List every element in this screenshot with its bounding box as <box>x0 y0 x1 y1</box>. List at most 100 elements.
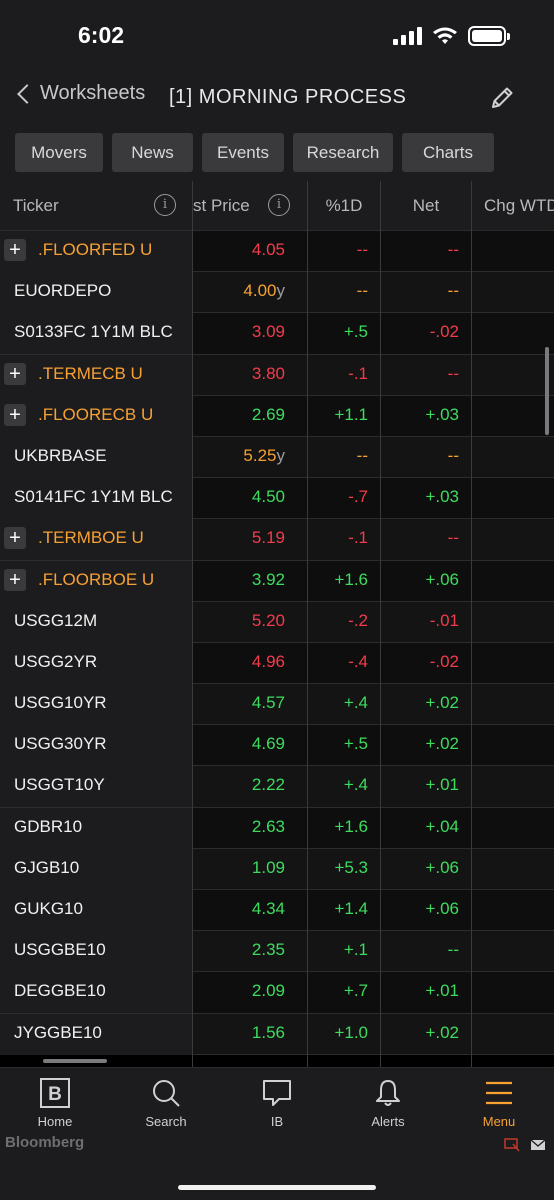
tab-ib-label: IB <box>270 1114 284 1129</box>
expand-plus-icon[interactable]: + <box>4 239 26 261</box>
ticker-symbol: S0141FC 1Y1M BLC <box>14 487 173 507</box>
last-price-value: 4.69 <box>251 734 285 754</box>
ticker-cell[interactable]: GUKG10 <box>0 890 192 931</box>
tab-alerts[interactable]: Alerts <box>348 1078 428 1129</box>
vertical-scrollbar[interactable] <box>545 347 549 435</box>
status-time: 6:02 <box>78 22 125 48</box>
bottom-mini-icons <box>504 1138 546 1152</box>
ticker-symbol: .FLOORECB U <box>38 404 154 424</box>
screen-share-icon[interactable] <box>504 1138 520 1152</box>
net-change-cell: -- <box>447 281 459 301</box>
pct-1d-cell: -.1 <box>348 528 368 548</box>
ticker-cell[interactable]: GJGB10 <box>0 848 192 890</box>
net-change-cell: +.02 <box>425 1022 459 1042</box>
ticker-cell[interactable]: EUORDEPO <box>0 272 192 314</box>
ticker-cell[interactable]: USGGT10Y <box>0 766 192 808</box>
pencil-icon[interactable] <box>488 84 516 112</box>
net-change-cell: +.03 <box>425 404 459 424</box>
last-price-cell: 5.20 <box>193 611 285 631</box>
ticker-cell[interactable]: USGG30YR <box>0 725 192 767</box>
column-divider <box>307 181 308 1067</box>
ticker-symbol: UKBRBASE <box>14 445 107 465</box>
tab-events[interactable]: Events <box>202 133 284 172</box>
expand-plus-icon[interactable]: + <box>4 527 26 550</box>
column-divider <box>380 181 381 1067</box>
ticker-symbol: USGG12M <box>14 610 98 630</box>
ticker-cell[interactable]: USGG2YR <box>0 642 192 684</box>
bell-icon <box>376 1080 400 1106</box>
last-price-value: 4.57 <box>251 693 285 713</box>
worksheet-table[interactable]: Ticker i st Price i %1D Net Chg WTD + .FL… <box>0 181 554 1067</box>
cellular-signal-icon <box>393 27 422 45</box>
ticker-cell[interactable]: + .FLOORBOE U <box>0 560 192 602</box>
ticker-cell[interactable]: USGG12M <box>0 601 192 643</box>
ticker-cell[interactable]: USGGBE10 <box>0 931 192 973</box>
pct-1d-cell: +.1 <box>343 940 368 960</box>
ticker-cell[interactable]: + .TERMBOE U <box>0 519 192 561</box>
last-price-cell: 4.50 <box>193 487 285 507</box>
column-divider <box>192 181 193 1067</box>
tab-charts[interactable]: Charts <box>402 133 494 172</box>
ticker-cell[interactable]: DEGGBE10 <box>0 972 192 1014</box>
pct-1d-cell: -- <box>356 281 368 301</box>
net-change-cell: +.02 <box>425 693 459 713</box>
tab-menu[interactable]: Menu <box>459 1078 539 1129</box>
ticker-cell[interactable]: USGG10YR <box>0 684 192 726</box>
tab-ib[interactable]: IB <box>237 1078 317 1129</box>
last-price-cell: 1.09 <box>193 858 285 878</box>
expand-plus-icon[interactable]: + <box>4 403 26 426</box>
ticker-symbol: USGG2YR <box>14 651 98 671</box>
last-price-value: 1.56 <box>251 1022 285 1042</box>
last-price-cell: 4.69 <box>193 734 285 754</box>
tab-home[interactable]: B Home <box>15 1078 95 1129</box>
ticker-cell[interactable]: GDBR10 <box>0 807 192 849</box>
tab-movers[interactable]: Movers <box>15 133 103 172</box>
ticker-cell[interactable]: + .FLOORECB U <box>0 395 192 437</box>
ticker-symbol: USGG30YR <box>14 734 107 754</box>
column-header-pct-1d[interactable]: %1D <box>308 181 380 231</box>
ticker-symbol: JYGGBE10 <box>14 1022 102 1042</box>
last-price-cell: 4.00y <box>193 281 285 301</box>
expand-plus-icon[interactable]: + <box>4 362 26 385</box>
pct-1d-cell: +.4 <box>343 775 368 795</box>
last-price-value: 4.05 <box>251 240 285 259</box>
ticker-cell[interactable]: S0141FC 1Y1M BLC <box>0 478 192 520</box>
mail-icon[interactable] <box>530 1138 546 1152</box>
horizontal-scrollbar[interactable] <box>43 1059 107 1063</box>
ticker-cell[interactable]: + .FLOORFED U <box>0 231 192 272</box>
tab-research[interactable]: Research <box>293 133 393 172</box>
column-header-net[interactable]: Net <box>381 181 471 231</box>
tab-search[interactable]: Search <box>126 1078 206 1129</box>
chevron-left-icon <box>17 83 37 104</box>
tab-bar: Movers News Events Research Charts <box>15 133 494 172</box>
last-price-cell: 3.92 <box>193 570 285 590</box>
column-header-chg-wtd[interactable]: Chg WTD <box>484 181 554 231</box>
last-price-value: 5.19 <box>251 528 285 548</box>
ticker-cell[interactable]: UKBRBASE <box>0 436 192 478</box>
ticker-symbol: .TERMBOE U <box>38 528 144 548</box>
info-icon[interactable]: i <box>268 194 290 216</box>
wifi-icon <box>433 27 457 44</box>
hamburger-menu-icon <box>486 1081 512 1105</box>
tab-news[interactable]: News <box>112 133 193 172</box>
info-icon[interactable]: i <box>154 194 176 216</box>
back-button[interactable]: Worksheets <box>14 82 145 105</box>
last-price-cell: 2.69 <box>193 405 285 425</box>
price-suffix: y <box>276 445 286 465</box>
home-indicator[interactable] <box>178 1185 376 1190</box>
svg-text:B: B <box>48 1084 62 1105</box>
pct-1d-cell: -.1 <box>348 363 368 383</box>
last-price-value: 4.96 <box>251 651 285 671</box>
ticker-cell[interactable]: S0133FC 1Y1M BLC <box>0 313 192 355</box>
ticker-cell[interactable]: JYGGBE10 <box>0 1013 192 1055</box>
ticker-cell[interactable]: + .TERMECB U <box>0 354 192 396</box>
price-suffix: y <box>276 281 286 301</box>
search-icon <box>153 1080 180 1107</box>
last-price-value: 4.34 <box>251 899 285 918</box>
expand-plus-icon[interactable]: + <box>4 568 26 591</box>
last-price-value: 4.00 <box>243 281 277 301</box>
last-price-value: 2.63 <box>251 816 285 836</box>
ticker-symbol: EUORDEPO <box>14 281 112 301</box>
column-header-ticker[interactable]: Ticker <box>13 181 59 231</box>
last-price-value: 5.20 <box>251 610 285 630</box>
